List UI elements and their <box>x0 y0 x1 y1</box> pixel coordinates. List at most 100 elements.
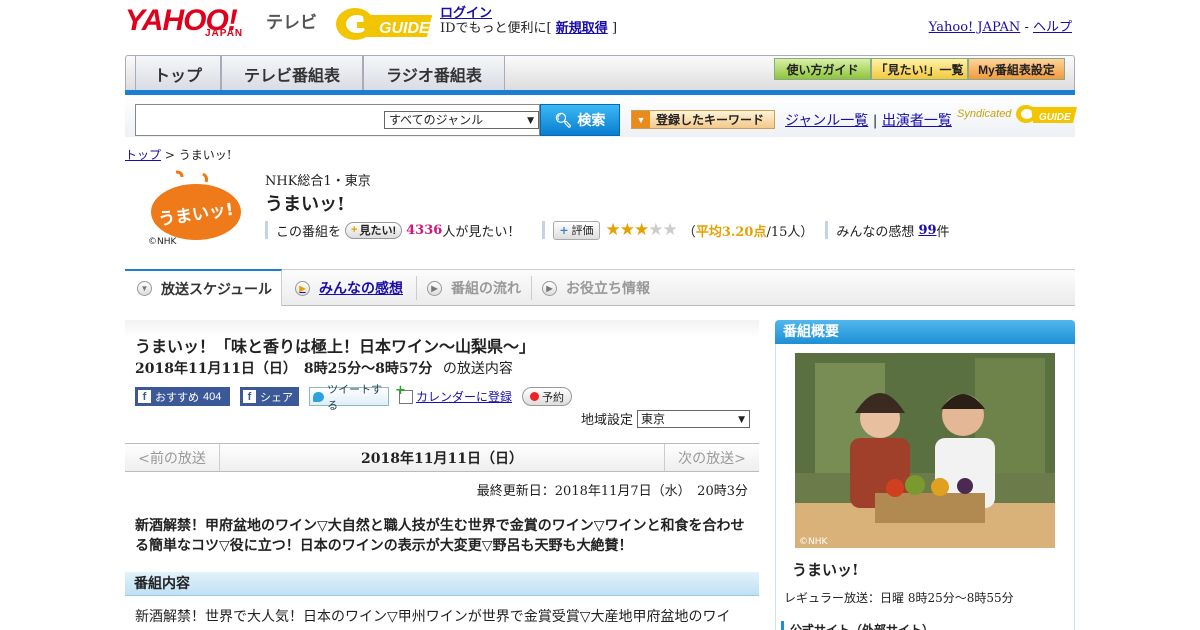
breadcrumb-current: うまいッ! <box>178 148 232 162</box>
episode-datetime: 2018年11月11日（日） 8時25分～8時57分 の放送内容 <box>135 358 513 378</box>
calendar-add-icon <box>395 383 413 404</box>
episode-title: うまいッ！「味と香りは極上！日本ワイン～山梨県～」 <box>135 337 536 356</box>
program-stats: この番組を + 見たい! 4336 人が見たい！ + 評価 ★★★★★ （平均3… <box>265 220 950 240</box>
syndicated-label: Syndicated GUIDE <box>957 103 1077 125</box>
facebook-icon: f <box>138 390 151 403</box>
next-broadcast[interactable]: 次の放送> <box>664 444 759 471</box>
prev-broadcast[interactable]: <前の放送 <box>125 444 220 471</box>
episode-date-time: 2018年11月11日（日） 8時25分～8時57分 <box>135 361 433 377</box>
station-name: NHK総合1・東京 <box>265 174 371 189</box>
global-nav: トップ テレビ番組表 ラジオ番組表 使い方ガイド 「見たい!」一覧 My番組表設… <box>125 55 1075 91</box>
impressions-count-link[interactable]: 99 <box>918 223 936 238</box>
header-links: Yahoo! JAPAN - ヘルプ <box>929 16 1072 35</box>
tab-useful-info: ▶ お役立ち情報 <box>542 270 662 306</box>
header-separator: - <box>1024 20 1029 35</box>
record-icon <box>530 392 540 401</box>
facebook-recommend-button[interactable]: f おすすめ 404 <box>135 387 230 406</box>
episode-date-suffix: の放送内容 <box>442 361 513 377</box>
reserve-label: 予約 <box>542 391 565 404</box>
saved-keywords-button[interactable]: ▼ 登録したキーワード <box>631 110 775 129</box>
search-button[interactable]: 🔍︎ 検索 <box>540 104 620 136</box>
nav-tab-radio-schedule[interactable]: ラジオ番組表 <box>363 56 505 91</box>
tab-impressions-label: みんなの感想 <box>319 280 403 296</box>
add-calendar-link[interactable]: カレンダーに登録 <box>416 388 512 405</box>
caret-down-icon: ▼ <box>632 111 650 128</box>
chevron-right-icon: ▶ <box>295 280 310 296</box>
fb-recommend-count: 404 <box>203 390 222 403</box>
tab-program-flow: ▶ 番組の流れ <box>427 270 537 306</box>
genre-select-value: すべてのジャンル <box>389 113 484 127</box>
plus-icon: + <box>559 223 569 237</box>
twitter-bird-icon <box>313 391 325 402</box>
star-icon: ★ <box>605 220 621 240</box>
usage-guide-button[interactable]: 使い方ガイド <box>774 58 871 80</box>
my-schedule-button[interactable]: My番組表設定 <box>968 58 1065 80</box>
genre-list-link[interactable]: ジャンル一覧 <box>785 113 868 129</box>
help-link[interactable]: ヘルプ <box>1033 20 1072 35</box>
search-button-label: 検索 <box>577 112 606 128</box>
broadcast-pager: <前の放送 2018年11月11日（日） 次の放送> <box>125 443 759 472</box>
facebook-icon: f <box>243 390 256 403</box>
cast-list-link[interactable]: 出演者一覧 <box>882 113 952 129</box>
nav-tab-top[interactable]: トップ <box>135 56 221 91</box>
rating-open: （ <box>682 224 696 240</box>
breadcrumb-home[interactable]: トップ <box>125 148 161 162</box>
tweet-button[interactable]: ツイートする <box>309 384 389 412</box>
want-suffix: 人が見たい！ <box>442 224 521 240</box>
official-site-heading: 公式サイト（外部サイト） <box>781 621 934 630</box>
chevron-right-icon: ▶ <box>427 280 442 296</box>
login-close-bracket: ] <box>611 21 618 36</box>
want-prefix: この番組を <box>276 224 342 240</box>
breadcrumb-separator: > <box>164 148 175 162</box>
star-empty-icon: ★ <box>662 220 678 240</box>
program-logo: うまいッ! ©NHK <box>148 170 241 246</box>
tab-schedule[interactable]: ▼ 放送スケジュール <box>125 269 282 306</box>
add-calendar[interactable]: カレンダーに登録 <box>395 383 512 405</box>
search-links: ジャンル一覧 | 出演者一覧 <box>785 110 952 130</box>
region-select-value: 東京 <box>641 411 666 426</box>
want-count: 4336 <box>406 222 443 238</box>
share-row: f おすすめ 404 f シェア ツイートする カレンダーに登録 予約 <box>135 383 573 412</box>
login-link[interactable]: ログイン <box>440 6 492 21</box>
saved-keywords-label: 登録したキーワード <box>656 113 765 127</box>
yahoo-japan-link[interactable]: Yahoo! JAPAN <box>929 20 1021 35</box>
region-label: 地域設定 <box>581 413 634 428</box>
star-empty-icon: ★ <box>648 220 663 240</box>
service-name: テレビ <box>266 13 317 32</box>
genre-select[interactable]: すべてのジャンル ▼ <box>384 111 539 129</box>
stat-divider <box>825 221 829 239</box>
register-link[interactable]: 新規取得 <box>556 21 608 36</box>
fb-recommend-label: おすすめ <box>155 391 199 404</box>
tab-divider <box>416 276 417 300</box>
tweet-label: ツイートする <box>327 383 383 412</box>
chevron-down-icon: ▼ <box>527 116 534 126</box>
want-button-label: 見たい! <box>359 225 397 237</box>
impressions-unit: 件 <box>936 224 950 240</box>
want-list-button[interactable]: 「見たい!」一覧 <box>871 58 968 80</box>
section-body: 新酒解禁！世界で大人気！日本のワイン▽甲州ワインが世界で金賞受賞▽大産地甲府盆地… <box>135 609 731 625</box>
g-guide-small-logo: GUIDE <box>1015 105 1077 123</box>
star-icon: ★ <box>634 220 649 240</box>
nav-tab-tv-schedule[interactable]: テレビ番組表 <box>221 56 363 91</box>
syndicated-text: Syndicated <box>957 107 1012 120</box>
region-select[interactable]: 東京 <box>637 409 751 428</box>
stat-divider <box>265 221 268 239</box>
tab-divider <box>531 276 532 300</box>
chevron-right-icon: ▶ <box>542 280 557 296</box>
tab-schedule-label: 放送スケジュール <box>161 280 273 297</box>
yahoo-logo-sub: JAPAN <box>205 28 244 39</box>
program-tabs: ▼ 放送スケジュール ▶ みんなの感想 ▶ 番組の流れ ▶ お役立ち情報 <box>125 269 1075 306</box>
login-box: ログイン IDでもっと便利に[ 新規取得 ] <box>440 6 617 36</box>
tab-impressions[interactable]: ▶ みんなの感想 <box>295 270 415 306</box>
program-logo-credit: ©NHK <box>148 237 178 246</box>
breadcrumb: トップ > うまいッ! <box>125 146 232 163</box>
want-button[interactable]: + 見たい! <box>345 221 403 239</box>
impressions-label: みんなの感想 <box>836 224 915 240</box>
facebook-share-button[interactable]: f シェア <box>240 387 299 406</box>
reserve-button[interactable]: 予約 <box>522 387 573 406</box>
chevron-down-icon: ▼ <box>137 281 152 296</box>
svg-text:GUIDE: GUIDE <box>1039 112 1071 123</box>
evaluate-button[interactable]: + 評価 <box>553 220 600 240</box>
evaluate-button-label: 評価 <box>571 224 594 237</box>
episode-lead: 新酒解禁！甲府盆地のワイン▽大自然と職人技が生む世界で金賞のワイン▽ワインと和食… <box>135 518 745 554</box>
